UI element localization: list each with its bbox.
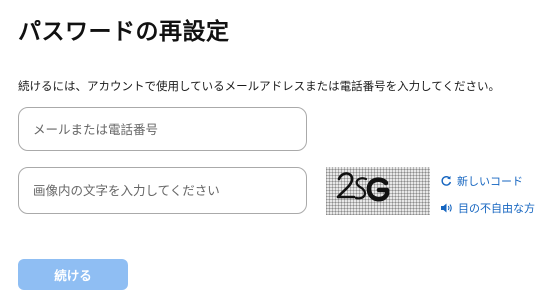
email-or-phone-field[interactable] bbox=[18, 107, 307, 151]
captcha-field[interactable] bbox=[18, 167, 307, 214]
audio-captcha-label: 目の不自由な方 bbox=[458, 202, 535, 215]
refresh-icon bbox=[441, 176, 452, 186]
captcha-image bbox=[326, 167, 430, 215]
instruction-text: 続けるには、アカウントで使用しているメールアドレスまたは電話番号を入力してくださ… bbox=[18, 79, 500, 93]
captcha-glyphs bbox=[336, 172, 390, 202]
new-code-link[interactable]: 新しいコード bbox=[440, 172, 535, 190]
audio-captcha-link[interactable]: 目の不自由な方 bbox=[440, 199, 535, 217]
email-or-phone-input[interactable] bbox=[19, 108, 306, 150]
continue-button[interactable]: 続ける bbox=[18, 259, 128, 290]
captcha-input[interactable] bbox=[19, 168, 306, 213]
new-code-label: 新しいコード bbox=[457, 175, 523, 188]
page-title: パスワードの再設定 bbox=[18, 19, 230, 45]
speaker-icon bbox=[441, 203, 452, 213]
